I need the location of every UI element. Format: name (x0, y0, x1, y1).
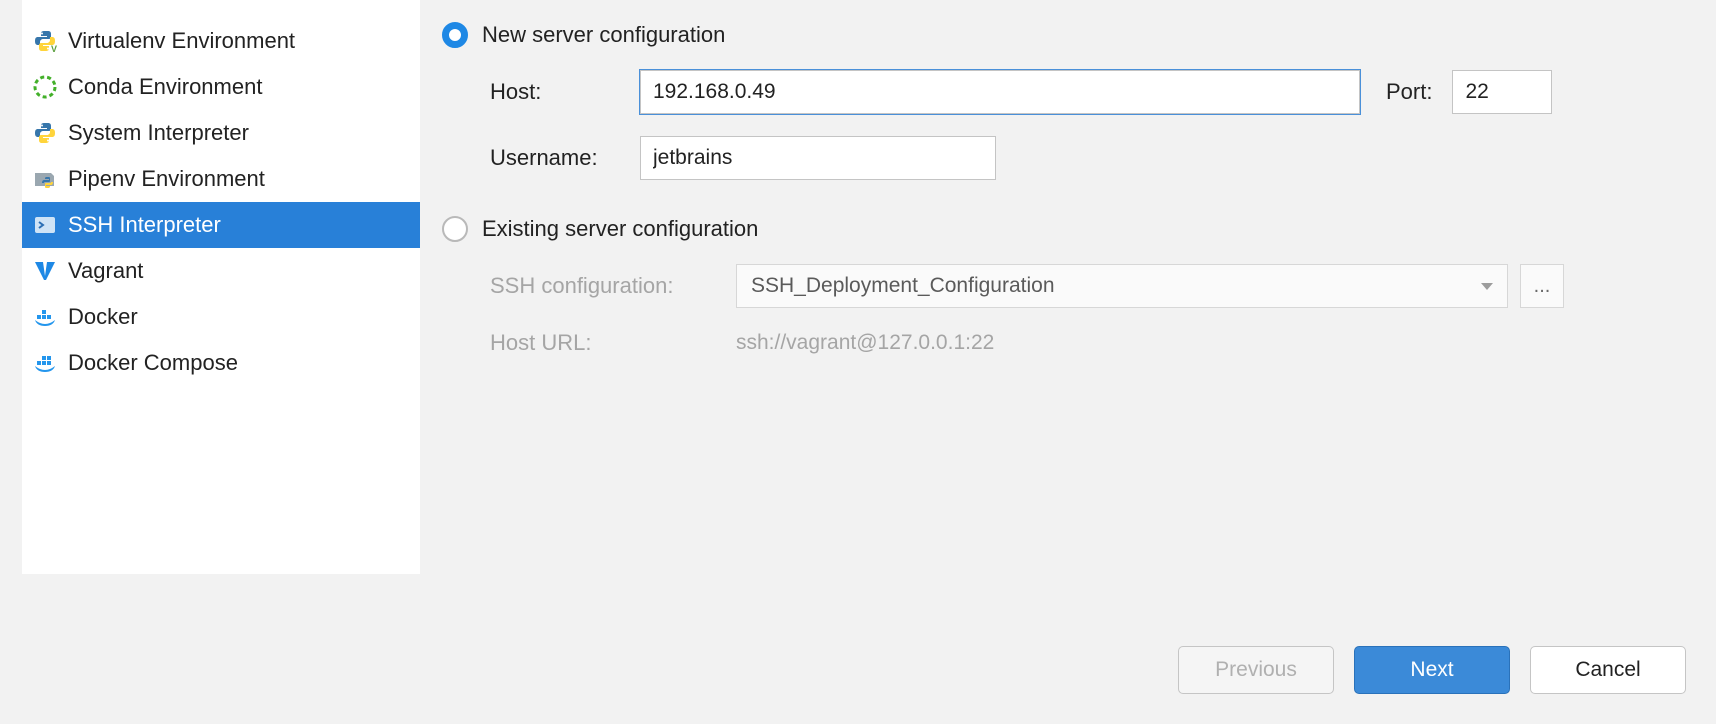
host-input[interactable] (640, 70, 1360, 114)
radio-existing-label: Existing server configuration (482, 216, 758, 242)
python-icon (32, 120, 58, 146)
port-label: Port: (1386, 79, 1432, 105)
sidebar-label: Docker (68, 304, 138, 330)
sidebar-label: Vagrant (68, 258, 143, 284)
docker-icon (32, 304, 58, 330)
wizard-footer: Previous Next Cancel (1178, 646, 1686, 694)
chevron-down-icon (1481, 283, 1493, 290)
sidebar-label: SSH Interpreter (68, 212, 221, 238)
sidebar-label: Conda Environment (68, 74, 262, 100)
main-panel: New server configuration Host: Port: Use… (420, 0, 1716, 724)
sidebar-label: Pipenv Environment (68, 166, 265, 192)
python-venv-icon: V (32, 28, 58, 54)
host-label: Host: (490, 79, 640, 105)
cancel-button[interactable]: Cancel (1530, 646, 1686, 694)
svg-text:V: V (51, 44, 57, 53)
port-input[interactable] (1452, 70, 1552, 114)
radio-existing-config[interactable] (442, 216, 468, 242)
ssh-icon (32, 212, 58, 238)
vagrant-icon (32, 258, 58, 284)
ssh-config-select[interactable]: SSH_Deployment_Configuration (736, 264, 1508, 308)
sidebar-item-pipenv[interactable]: Pipenv Environment (22, 156, 420, 202)
radio-new-label: New server configuration (482, 22, 725, 48)
sidebar-item-system[interactable]: System Interpreter (22, 110, 420, 156)
host-url-label: Host URL: (490, 330, 736, 356)
radio-new-config-row[interactable]: New server configuration (442, 22, 1686, 48)
interpreter-type-sidebar: V Virtualenv Environment Conda Environme… (22, 0, 420, 574)
radio-existing-config-row[interactable]: Existing server configuration (442, 216, 1686, 242)
existing-config-form: SSH configuration: SSH_Deployment_Config… (490, 264, 1686, 356)
ssh-config-label: SSH configuration: (490, 273, 736, 299)
sidebar-item-vagrant[interactable]: Vagrant (22, 248, 420, 294)
ssh-config-value: SSH_Deployment_Configuration (751, 274, 1055, 298)
sidebar-label: Docker Compose (68, 350, 238, 376)
ssh-config-browse-button[interactable]: ... (1520, 264, 1564, 308)
username-label: Username: (490, 145, 640, 171)
host-url-value: ssh://vagrant@127.0.0.1:22 (736, 331, 994, 355)
sidebar-item-ssh[interactable]: SSH Interpreter (22, 202, 420, 248)
sidebar-item-docker[interactable]: Docker (22, 294, 420, 340)
docker-compose-icon (32, 350, 58, 376)
pipenv-icon (32, 166, 58, 192)
new-config-form: Host: Port: Username: (490, 70, 1686, 180)
ellipsis-icon: ... (1534, 275, 1551, 298)
sidebar-item-conda[interactable]: Conda Environment (22, 64, 420, 110)
sidebar-label: Virtualenv Environment (68, 28, 295, 54)
previous-button: Previous (1178, 646, 1334, 694)
sidebar-item-virtualenv[interactable]: V Virtualenv Environment (22, 18, 420, 64)
sidebar-label: System Interpreter (68, 120, 249, 146)
sidebar-item-docker-compose[interactable]: Docker Compose (22, 340, 420, 386)
username-input[interactable] (640, 136, 996, 180)
conda-icon (32, 74, 58, 100)
radio-new-config[interactable] (442, 22, 468, 48)
next-button[interactable]: Next (1354, 646, 1510, 694)
